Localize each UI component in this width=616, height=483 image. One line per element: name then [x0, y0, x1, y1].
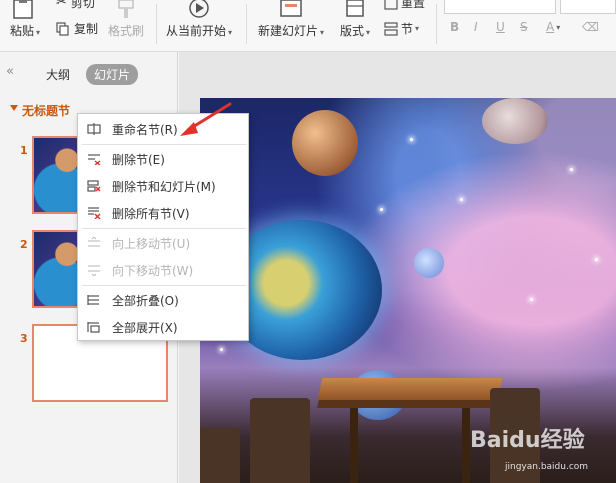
menu-item-label: 删除节和幻灯片(M) [112, 179, 216, 194]
menu-item-delete-section[interactable]: 删除节(E) [78, 146, 248, 172]
ribbon-separator [156, 4, 157, 44]
format-painter-label: 格式刷 [108, 24, 145, 38]
section-label: 节 [401, 22, 414, 36]
table-leg [462, 408, 470, 483]
font-color-icon: A [546, 20, 555, 34]
planet-image [482, 98, 548, 144]
menu-item-delete-all-sections[interactable]: 删除所有节(V) [78, 200, 248, 226]
watermark-url: jingyan.baidu.com [505, 462, 589, 472]
chair-image [200, 428, 240, 483]
play-icon [189, 0, 209, 18]
collapse-panel-icon[interactable]: « [6, 64, 14, 79]
menu-separator [82, 144, 246, 145]
menu-separator [82, 228, 246, 229]
section-collapse-icon[interactable] [10, 105, 18, 111]
format-painter-icon [118, 0, 134, 18]
font-color-button[interactable]: A ▾ [546, 20, 560, 34]
new-slide-label: 新建幻灯片 [258, 24, 319, 38]
paste-icon [13, 0, 33, 19]
planet-image [414, 248, 444, 278]
menu-item-label: 删除节(E) [112, 152, 165, 167]
layout-icon [346, 0, 364, 17]
table-edge [317, 400, 503, 408]
menu-item-collapse-all[interactable]: 全部折叠(O) [78, 287, 248, 313]
chair-image [250, 398, 310, 483]
delete-section-icon [88, 154, 101, 165]
menu-item-label: 全部展开(X) [112, 320, 178, 335]
strikethrough-button[interactable]: S [520, 20, 528, 34]
font-size-combo[interactable] [560, 0, 616, 14]
delete-all-sections-icon [88, 207, 101, 219]
copy-icon [56, 21, 69, 36]
cut-button[interactable]: ✂ 剪切 [56, 0, 95, 11]
scissors-icon: ✂ [56, 0, 67, 10]
slide-number: 1 [20, 144, 28, 157]
underline-button[interactable]: U [496, 20, 505, 34]
reset-icon [384, 0, 398, 10]
play-from-current-button[interactable]: 从当前开始 ▾ [166, 0, 232, 39]
annotation-arrow-icon [180, 102, 232, 136]
table-leg [350, 408, 358, 483]
cut-label: 剪切 [70, 0, 95, 10]
new-slide-icon [280, 0, 302, 17]
ribbon-toolbar: 粘贴 ▾ ✂ 剪切 复制 格式刷 从当前开始 ▾ 新建幻灯片 ▾ 版式 ▾ 重置… [0, 0, 616, 52]
menu-item-label: 全部折叠(O) [112, 293, 179, 308]
layout-label: 版式 [340, 24, 365, 38]
star [595, 258, 598, 261]
section-context-menu: 重命名节(R) 删除节(E) 删除节和幻灯片(M) 删除所有节(V) 向上移动节… [77, 113, 249, 341]
paste-button[interactable]: 粘贴 ▾ [10, 0, 40, 39]
font-name-combo[interactable] [444, 0, 556, 14]
clear-format-button[interactable]: ⌫ [582, 20, 599, 34]
section-button[interactable]: 节 ▾ [384, 20, 419, 37]
star [460, 198, 463, 201]
ribbon-separator [436, 4, 437, 44]
star [410, 138, 413, 141]
star [530, 298, 533, 301]
move-down-icon [88, 265, 100, 276]
tab-outline[interactable]: 大纲 [46, 66, 70, 83]
star [220, 348, 223, 351]
slide-number: 2 [20, 238, 28, 251]
menu-separator [82, 285, 246, 286]
ribbon-separator [246, 4, 247, 44]
menu-item-expand-all[interactable]: 全部展开(X) [78, 314, 248, 340]
tab-slides[interactable]: 幻灯片 [86, 64, 139, 85]
move-up-icon [88, 237, 100, 247]
panel-header: « 大纲 幻灯片 [0, 52, 178, 92]
planet-image [292, 110, 358, 176]
table-image [317, 378, 503, 400]
slide-number: 3 [20, 332, 28, 345]
reset-button[interactable]: 重置 [384, 0, 425, 11]
clear-format-icon: ⌫ [582, 20, 599, 34]
format-painter-button[interactable]: 格式刷 [108, 0, 144, 39]
layout-button[interactable]: 版式 ▾ [340, 0, 370, 39]
menu-item-move-section-up[interactable]: 向上移动节(U) [78, 230, 248, 256]
star [570, 168, 573, 171]
rename-icon [87, 123, 101, 135]
paste-label: 粘贴 [10, 24, 35, 38]
menu-item-label: 向下移动节(W) [112, 263, 194, 278]
watermark-brand: Baidu经验 [470, 428, 585, 453]
menu-item-move-section-down[interactable]: 向下移动节(W) [78, 257, 248, 283]
star [380, 208, 383, 211]
expand-all-icon [87, 322, 100, 333]
bold-button[interactable]: B [450, 20, 459, 34]
section-icon [384, 21, 398, 36]
copy-button[interactable]: 复制 [56, 20, 98, 37]
collapse-all-icon [87, 295, 99, 305]
menu-item-label: 向上移动节(U) [112, 236, 191, 251]
menu-item-delete-section-and-slides[interactable]: 删除节和幻灯片(M) [78, 173, 248, 199]
menu-item-label: 重命名节(R) [112, 122, 178, 137]
section-header[interactable]: 无标题节 [22, 102, 70, 119]
new-slide-button[interactable]: 新建幻灯片 ▾ [258, 0, 324, 39]
copy-label: 复制 [74, 22, 99, 36]
delete-section-slides-icon [87, 180, 101, 192]
menu-item-label: 删除所有节(V) [112, 206, 190, 221]
italic-button[interactable]: I [474, 20, 478, 34]
play-from-current-label: 从当前开始 [166, 24, 227, 38]
reset-label: 重置 [401, 0, 426, 10]
